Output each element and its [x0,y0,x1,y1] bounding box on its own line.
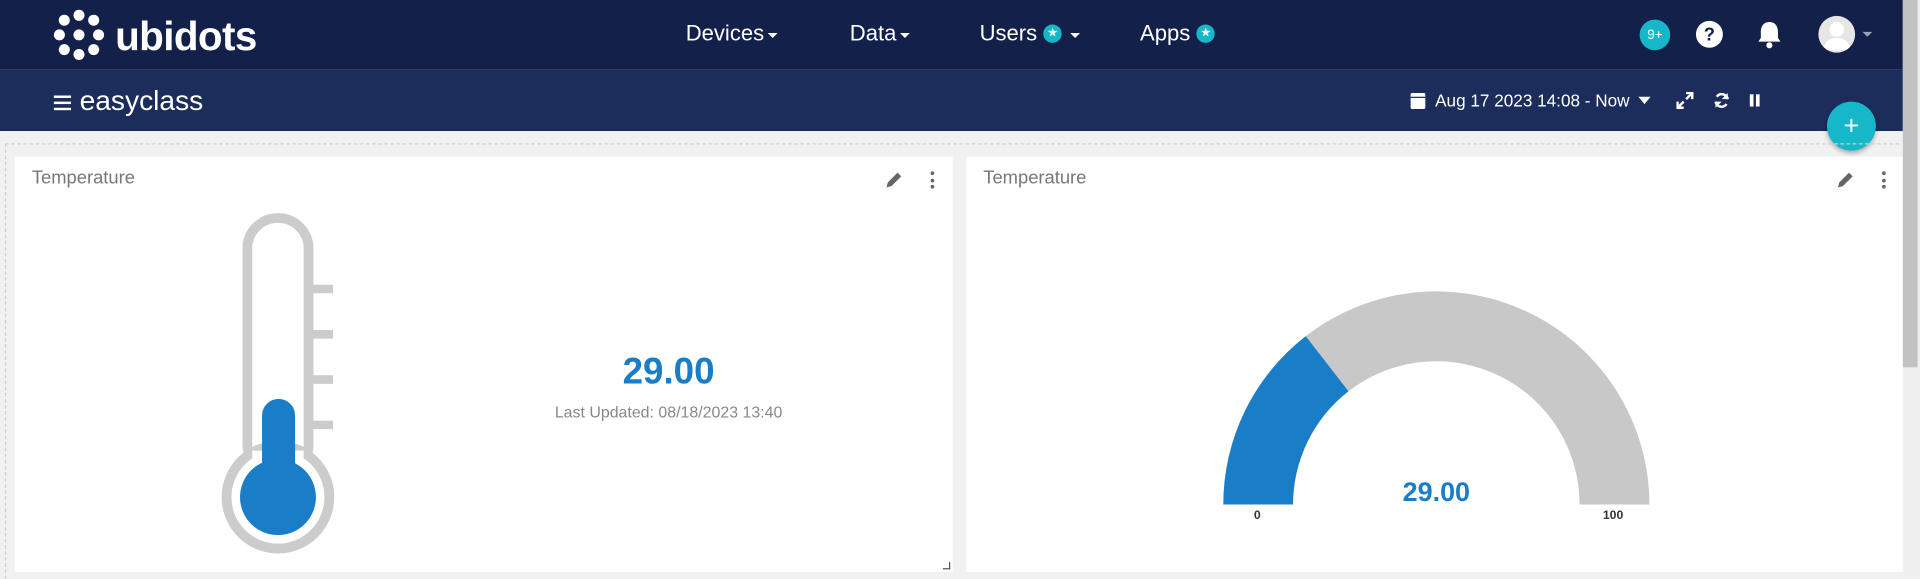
thermometer-bulb [240,459,316,536]
nav-users-label: Users [979,20,1038,46]
nav-data-label: Data [849,20,897,46]
pause-icon[interactable] [1746,92,1763,109]
star-icon: ★ [1043,24,1062,43]
gauge-widget: Temperature 29.00 0 100 [966,156,1903,572]
calendar-icon [1410,92,1426,109]
scrollbar-thumb[interactable] [1902,0,1918,368]
refresh-icon[interactable] [1713,92,1730,109]
menu-icon[interactable] [53,95,72,111]
nav-apps-label: Apps [1140,20,1191,46]
expand-icon[interactable] [1676,91,1694,109]
user-avatar[interactable] [1818,15,1856,53]
caret-down-icon [900,32,910,38]
date-range-picker[interactable]: Aug 17 2023 14:08 - Now [1410,90,1651,111]
caret-down-icon [1070,32,1081,38]
avatar-caret-icon[interactable] [1862,31,1873,37]
gauge-value: 29.00 [1402,476,1471,507]
last-updated-text: Last Updated: 08/18/2023 13:40 [554,402,783,422]
dashboard-header: easyclass Aug 17 2023 14:08 - Now [0,69,1903,132]
star-icon: ★ [1196,24,1215,43]
thermometer-value: 29.00 [622,351,715,392]
top-navbar: ubidots Devices Data Users ★ Apps ★ 9+ ? [0,0,1903,70]
dashboard-title[interactable]: easyclass [80,84,204,117]
caret-down-icon [767,32,778,38]
date-range-label: Aug 17 2023 14:08 - Now [1435,90,1630,111]
gauge-max-label: 100 [1602,509,1624,523]
widget-title: Temperature [31,167,135,189]
resize-handle[interactable] [942,562,951,570]
help-icon[interactable]: ? [1695,20,1723,48]
nav-users[interactable]: Users ★ [979,20,1081,47]
user-silhouette-icon [1823,22,1851,51]
logo-dots-icon [53,9,108,61]
ubidots-logo[interactable]: ubidots [53,9,257,61]
notification-count-badge[interactable]: 9+ [1639,19,1671,51]
gauge-min-label: 0 [1253,509,1261,523]
thermometer-widget: Temperature 29.00 Last Updated: 08/18/20… [14,156,953,572]
bell-icon[interactable] [1756,20,1783,49]
nav-data[interactable]: Data [850,21,910,47]
more-options-icon[interactable] [930,171,936,189]
nav-apps[interactable]: Apps ★ [1140,21,1215,47]
edit-pencil-icon[interactable] [884,170,904,190]
nav-devices-label: Devices [685,20,765,46]
gauge-track [1305,291,1650,505]
gauge-chart [1223,291,1650,505]
nav-devices[interactable]: Devices [686,21,778,47]
brand-name: ubidots [115,12,257,59]
caret-down-icon [1638,96,1651,105]
